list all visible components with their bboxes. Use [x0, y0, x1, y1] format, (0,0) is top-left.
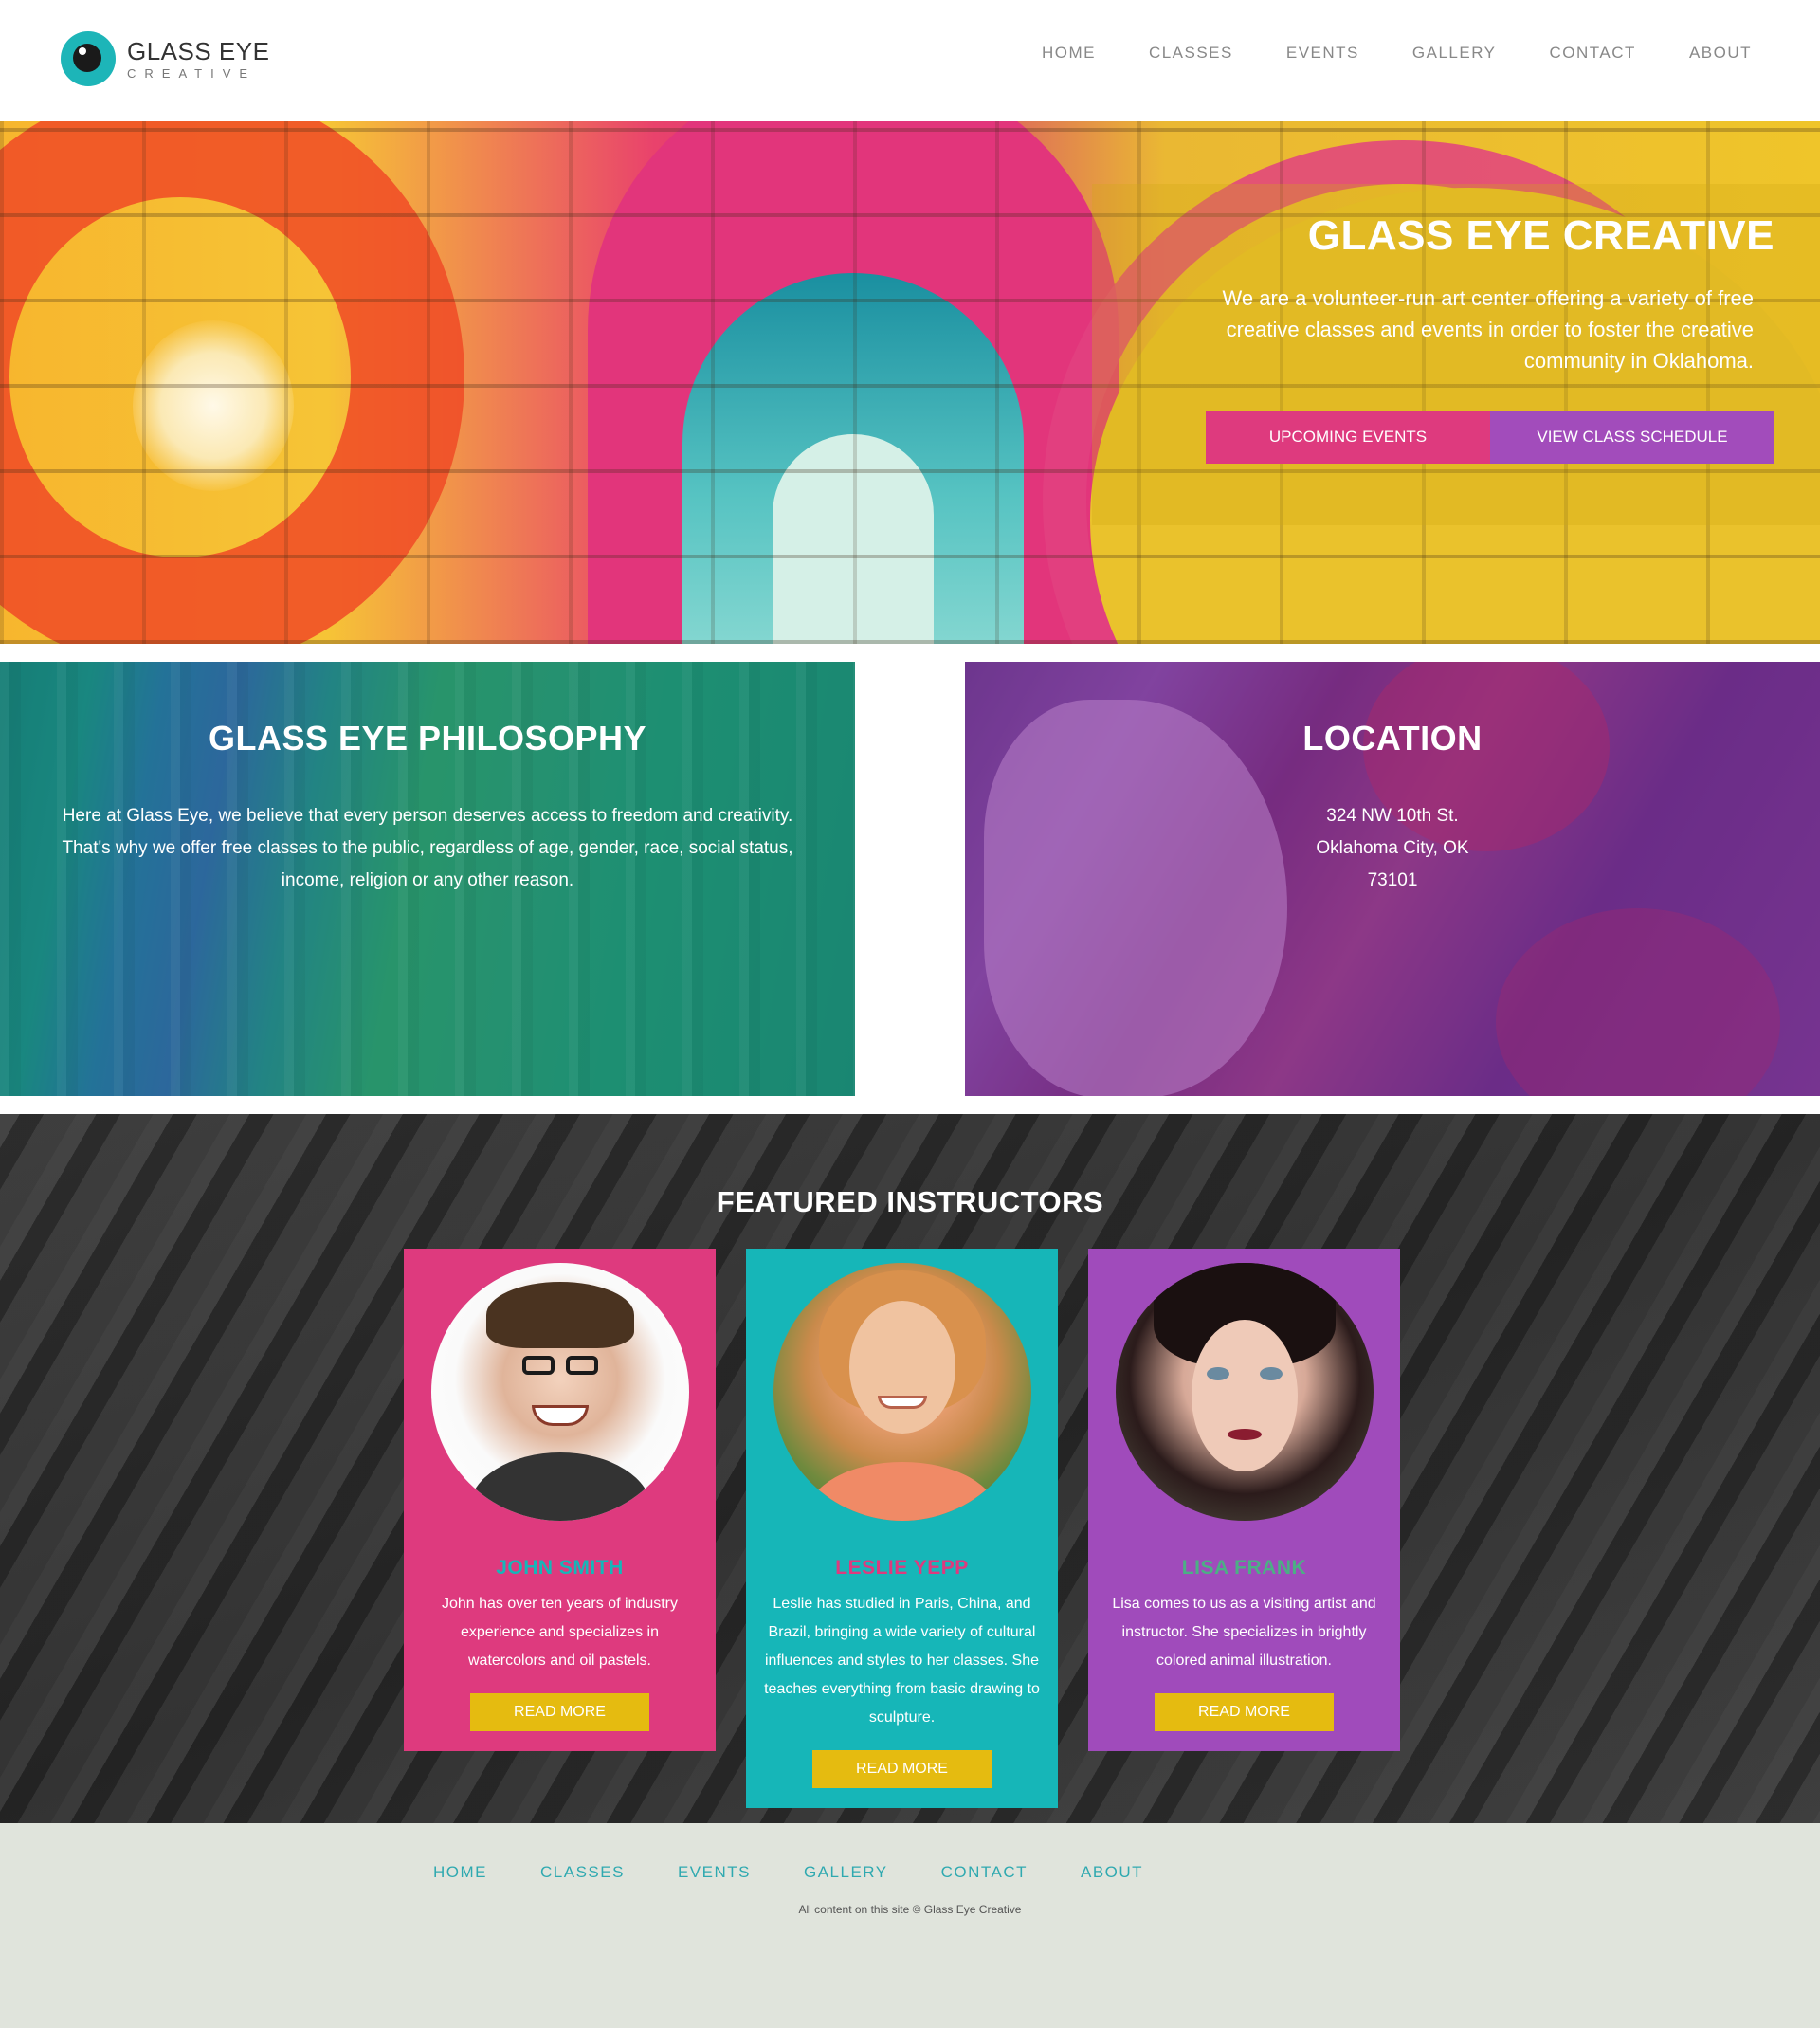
address-city: Oklahoma City, OK [1316, 838, 1469, 858]
hero-buttons: UPCOMING EVENTS VIEW CLASS SCHEDULE [1206, 411, 1774, 464]
footer-nav-classes[interactable]: CLASSES [540, 1863, 625, 1882]
nav-classes[interactable]: CLASSES [1149, 44, 1233, 63]
logo-title: GLASS EYE [127, 36, 270, 65]
copyright: All content on this site © Glass Eye Cre… [798, 1903, 1022, 1916]
upcoming-events-button[interactable]: UPCOMING EVENTS [1206, 411, 1490, 464]
footer-nav-about[interactable]: ABOUT [1081, 1863, 1143, 1882]
footer-nav-contact[interactable]: CONTACT [941, 1863, 1028, 1882]
view-class-schedule-button[interactable]: VIEW CLASS SCHEDULE [1490, 411, 1774, 464]
location-panel: LOCATION 324 NW 10th St. Oklahoma City, … [965, 662, 1820, 1096]
footer-nav: HOME CLASSES EVENTS GALLERY CONTACT ABOU… [433, 1863, 1196, 1882]
read-more-button[interactable]: READ MORE [470, 1693, 649, 1731]
footer-nav-home[interactable]: HOME [433, 1863, 487, 1882]
instructor-card: JOHN SMITH John has over ten years of in… [404, 1249, 716, 1751]
nav-home[interactable]: HOME [1042, 44, 1096, 63]
read-more-button[interactable]: READ MORE [812, 1750, 992, 1788]
instructor-bio: Leslie has studied in Paris, China, and … [764, 1596, 1040, 1726]
instructor-name: LISA FRANK [1181, 1557, 1307, 1579]
logo-eye-icon [61, 31, 116, 86]
nav-about[interactable]: ABOUT [1689, 44, 1752, 63]
site-header: GLASS EYE CREATIVE HOME CLASSES EVENTS G… [0, 0, 1820, 121]
instructor-card: LESLIE YEPP Leslie has studied in Paris,… [746, 1249, 1058, 1808]
hero-description: We are a volunteer-run art center offeri… [1222, 286, 1754, 373]
hero-title: GLASS EYE CREATIVE [1307, 212, 1774, 259]
site-footer: HOME CLASSES EVENTS GALLERY CONTACT ABOU… [0, 1823, 1820, 2028]
philosophy-panel: GLASS EYE PHILOSOPHY Here at Glass Eye, … [0, 662, 855, 1096]
logo[interactable]: GLASS EYE CREATIVE [61, 30, 269, 87]
philosophy-text: Here at Glass Eye, we believe that every… [62, 806, 793, 890]
avatar [1116, 1263, 1374, 1521]
footer-nav-gallery[interactable]: GALLERY [804, 1863, 888, 1882]
instructor-name: LESLIE YEPP [835, 1557, 969, 1579]
nav-events[interactable]: EVENTS [1286, 44, 1359, 63]
avatar [431, 1263, 689, 1521]
logo-subtitle: CREATIVE [127, 65, 257, 81]
featured-instructors-section: FEATURED INSTRUCTORS JOHN SMITH John has… [0, 1114, 1820, 1823]
instructors-title: FEATURED INSTRUCTORS [716, 1185, 1104, 1218]
philosophy-title: GLASS EYE PHILOSOPHY [208, 719, 647, 758]
nav-gallery[interactable]: GALLERY [1412, 44, 1497, 63]
read-more-button[interactable]: READ MORE [1155, 1693, 1334, 1731]
instructor-bio: John has over ten years of industry expe… [441, 1596, 679, 1669]
nav-contact[interactable]: CONTACT [1550, 44, 1636, 63]
location-address: 324 NW 10th St. Oklahoma City, OK 73101 [1003, 800, 1782, 897]
avatar [774, 1263, 1031, 1521]
location-title: LOCATION [1302, 719, 1483, 758]
instructor-bio: Lisa comes to us as a visiting artist an… [1112, 1596, 1376, 1669]
instructor-name: JOHN SMITH [496, 1557, 624, 1579]
address-zip: 73101 [1367, 870, 1418, 890]
footer-nav-events[interactable]: EVENTS [678, 1863, 751, 1882]
instructor-card: LISA FRANK Lisa comes to us as a visitin… [1088, 1249, 1400, 1751]
main-nav: HOME CLASSES EVENTS GALLERY CONTACT ABOU… [989, 44, 1752, 63]
address-street: 324 NW 10th St. [1326, 806, 1459, 826]
